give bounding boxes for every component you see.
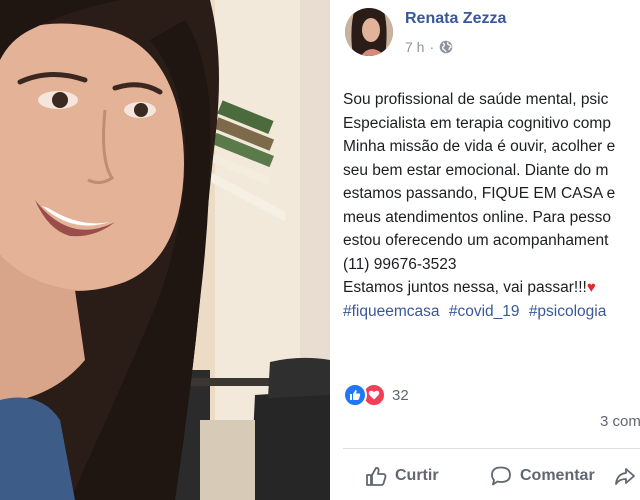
post-time[interactable]: 7 h	[405, 39, 424, 55]
post-panel: Renata Zezza 7 h · Sou profissional de s…	[330, 0, 640, 500]
share-button[interactable]	[614, 458, 636, 494]
post-text-line: estamos passando, FIQUE EM CASA e	[343, 185, 616, 202]
thumbs-up-icon	[366, 467, 387, 486]
phone-number: (11) 99676-3523	[343, 255, 457, 273]
hashtag-link[interactable]: #fiqueemcasa	[343, 303, 440, 320]
post-text-line: meus atendimentos online. Para pesso	[343, 208, 611, 226]
like-icon	[343, 383, 367, 407]
closing-text: Estamos juntos nessa, vai passar!!!	[343, 279, 587, 296]
hashtag-link[interactable]: #covid_19	[449, 303, 520, 320]
like-button[interactable]: Curtir	[365, 458, 439, 494]
post-photo[interactable]	[0, 0, 330, 500]
globe-icon[interactable]	[439, 40, 453, 54]
separator-dot: ·	[429, 39, 435, 55]
comments-count[interactable]: 3 com	[600, 413, 640, 430]
avatar-image	[345, 8, 393, 56]
author-name[interactable]: Renata Zezza	[405, 10, 506, 28]
hashtags: #fiqueemcasa #covid_19 #psicologia	[343, 300, 640, 324]
post-text-line: estou oferecendo um acompanhament	[343, 232, 609, 249]
comment-label: Comentar	[520, 467, 595, 484]
reactions-summary[interactable]: 32	[343, 383, 409, 407]
post-text-line: Estamos juntos nessa, vai passar!!!♥	[343, 276, 640, 300]
post-text-line: Especialista em terapia cognitivo comp	[343, 114, 611, 132]
heart-emoji: ♥	[586, 279, 596, 296]
post-text-line: Minha missão de vida é ouvir, acolher e	[343, 138, 616, 155]
action-bar: Curtir Comentar	[330, 458, 640, 494]
post-meta: 7 h ·	[405, 39, 453, 55]
photo-illustration	[0, 0, 330, 500]
reaction-count: 32	[392, 386, 409, 404]
post-text-line: Sou profissional de saúde mental, psic	[343, 91, 609, 108]
hashtag-link[interactable]: #psicologia	[529, 303, 607, 320]
post-text-line: seu bem estar emocional. Diante do m	[343, 161, 609, 179]
post-text: Sou profissional de saúde mental, psic E…	[343, 88, 640, 323]
divider	[343, 448, 640, 449]
avatar[interactable]	[345, 8, 393, 56]
share-icon	[615, 468, 635, 485]
comment-icon	[491, 466, 511, 486]
like-label: Curtir	[395, 467, 439, 484]
comment-button[interactable]: Comentar	[490, 458, 595, 494]
